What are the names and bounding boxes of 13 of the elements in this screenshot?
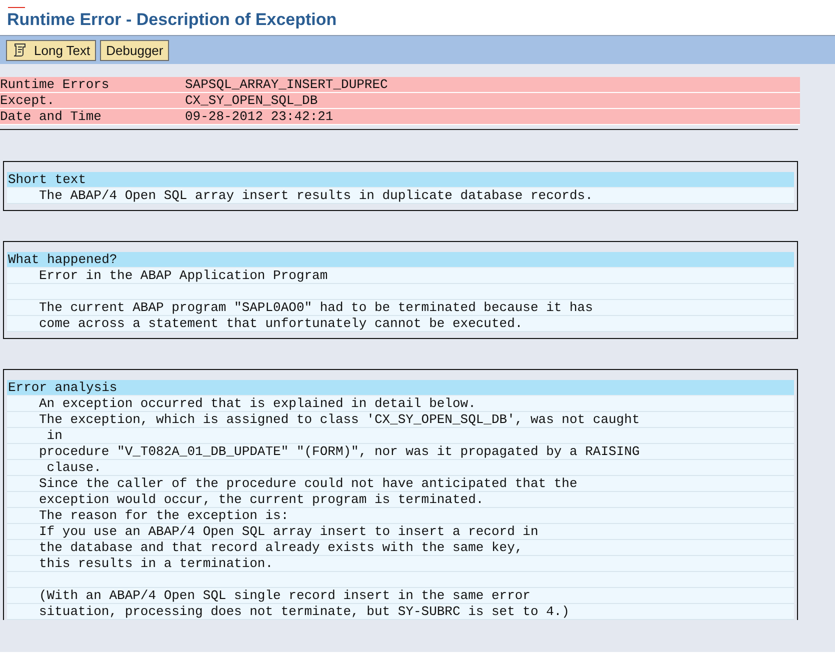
field-label: Date and Time	[0, 109, 102, 124]
section-heading: What happened?	[7, 252, 794, 268]
section-heading: Short text	[7, 172, 794, 188]
scroll-icon	[12, 42, 28, 58]
field-value: CX_SY_OPEN_SQL_DB	[185, 93, 318, 108]
field-label: Except.	[0, 93, 56, 108]
field-value: SAPSQL_ARRAY_INSERT_DUPREC	[185, 77, 388, 92]
toolbar-button[interactable]: Debugger	[100, 40, 170, 60]
toolbar-button[interactable]: Long Text	[6, 40, 96, 60]
field-label: Runtime Errors	[0, 77, 110, 92]
field-value: 09-28-2012 23:42:21	[185, 109, 334, 124]
section-heading: Error analysis	[7, 380, 794, 396]
window-title: Runtime Error - Description of Exception	[6, 9, 337, 30]
